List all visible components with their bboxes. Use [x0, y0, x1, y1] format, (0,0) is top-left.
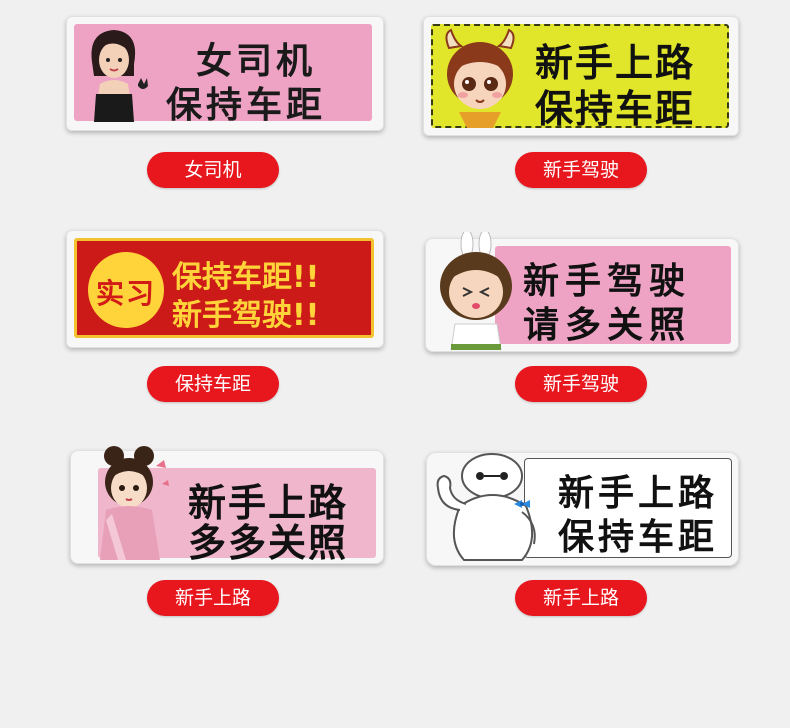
sticker-card-4[interactable]: 新手驾驶 请多关照 [425, 232, 739, 352]
girl-with-horns-illustration-icon [437, 28, 523, 128]
product-label-4[interactable]: 新手驾驶 [515, 366, 647, 402]
sticker-1-line2: 保持车距 [166, 85, 327, 126]
sticker-6-line2: 保持车距 [558, 517, 719, 558]
sticker-3-badge: 实习 [96, 277, 157, 310]
robot-character-illustration-icon [430, 448, 550, 566]
product-label-5[interactable]: 新手上路 [147, 580, 279, 616]
sticker-4-line2: 请多关照 [523, 305, 692, 346]
product-label-2[interactable]: 新手驾驶 [515, 152, 647, 188]
woman-illustration-icon [78, 24, 156, 122]
sticker-card-1[interactable]: 女司机 保持车距 [66, 16, 384, 131]
product-label-6[interactable]: 新手上路 [515, 580, 647, 616]
sticker-2-line2: 保持车距 [535, 87, 696, 131]
sticker-card-2[interactable]: 新手上路 保持车距 [423, 16, 739, 136]
sticker-card-5[interactable]: 新手上路 多多关照 [70, 446, 384, 565]
sticker-card-6[interactable]: 新手上路 保持车距 [426, 452, 739, 566]
product-label-3[interactable]: 保持车距 [147, 366, 279, 402]
sticker-card-3[interactable]: 实习 保持车距!! 新手驾驶!! [66, 230, 384, 348]
girl-bunny-ears-illustration-icon [429, 232, 523, 350]
ancient-lady-illustration-icon [82, 444, 182, 560]
sticker-3-line2: 新手驾驶!! [172, 298, 320, 333]
product-label-1[interactable]: 女司机 [147, 152, 279, 188]
sticker-5-line2: 多多关照 [188, 521, 349, 565]
